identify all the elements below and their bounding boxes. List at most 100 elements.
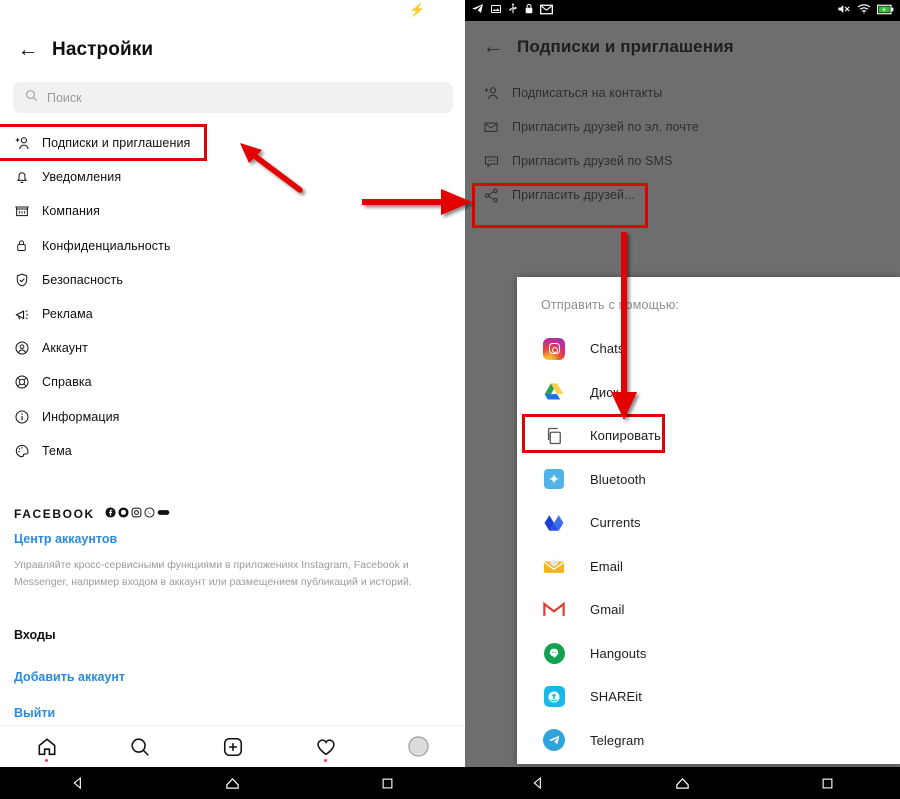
sidebar-item-theme[interactable]: Тема — [0, 434, 465, 468]
sidebar-item-label: Конфиденциальность — [42, 238, 171, 253]
notification-dot — [324, 758, 327, 762]
lifebuoy-icon — [14, 374, 40, 390]
sidebar-item-label: Безопасность — [42, 272, 123, 287]
page-title: Подписки и приглашения — [517, 37, 734, 56]
menu-item-label: Пригласить друзей по эл. почте — [512, 120, 699, 134]
sidebar-item-label: Справка — [42, 375, 92, 390]
invites-header: ← Подписки и приглашения — [465, 21, 900, 73]
heart-icon — [316, 738, 335, 755]
megaphone-icon — [14, 306, 40, 323]
sidebar-item-help[interactable]: Справка — [0, 365, 465, 399]
shareit-icon — [539, 682, 569, 712]
share-target-label: Telegram — [590, 732, 645, 748]
bell-icon — [14, 169, 40, 185]
share-target-telegram[interactable]: Telegram — [517, 719, 900, 763]
facebook-brand-row: FACEBOOK — [14, 505, 454, 523]
share-target-gmail[interactable]: Gmail — [517, 588, 900, 632]
android-recents-icon[interactable] — [755, 776, 900, 791]
tab-add-post[interactable] — [186, 726, 279, 768]
back-arrow-icon[interactable]: ← — [465, 35, 517, 59]
instagram-icon — [131, 505, 142, 523]
share-sheet-title: Отправить с помощью: — [541, 298, 680, 312]
bluetooth-icon: ✦ — [539, 464, 569, 494]
share-target-label: Gmail — [590, 602, 625, 618]
search-icon — [130, 737, 149, 756]
facebook-description: Управляйте кросс-сервисными функциями в … — [14, 559, 412, 588]
palette-icon — [14, 443, 40, 459]
sidebar-item-privacy[interactable]: Конфиденциальность — [0, 229, 465, 263]
lock-icon — [14, 238, 40, 253]
email-icon — [539, 551, 569, 581]
shield-check-icon — [14, 272, 40, 288]
home-icon — [38, 737, 55, 755]
page-title: Настройки — [52, 39, 154, 60]
tab-search[interactable] — [93, 726, 186, 768]
android-nav-bar-right — [465, 767, 900, 799]
share-target-email[interactable]: Email — [517, 545, 900, 589]
notification-dot — [45, 758, 48, 762]
share-sheet-dialog: Отправить с помощью: Chats Диск Копирова… — [517, 277, 900, 764]
facebook-section: FACEBOOK Центр аккаунтов Управляйте крос… — [14, 505, 454, 590]
share-target-currents[interactable]: Currents — [517, 501, 900, 545]
status-left-icons — [471, 2, 553, 20]
google-currents-icon — [539, 508, 569, 538]
sidebar-item-security[interactable]: Безопасность — [0, 263, 465, 297]
menu-item-follow-contacts[interactable]: Подписаться на контакты — [465, 76, 900, 110]
android-recents-icon[interactable] — [310, 776, 465, 791]
menu-item-invite-email[interactable]: Пригласить друзей по эл. почте — [465, 110, 900, 144]
sms-bubble-icon — [483, 153, 509, 170]
envelope-icon — [483, 119, 509, 135]
search-icon — [25, 89, 38, 107]
sidebar-item-label: Реклама — [42, 307, 93, 322]
avatar-icon — [408, 736, 429, 757]
instagram-chats-icon — [539, 334, 569, 364]
logout-link[interactable]: Выйти — [14, 706, 55, 720]
share-target-label: Currents — [590, 515, 641, 531]
sidebar-item-account[interactable]: Аккаунт — [0, 331, 465, 365]
search-input[interactable]: Поиск — [13, 82, 453, 113]
search-container: Поиск — [13, 82, 453, 113]
android-back-icon[interactable] — [465, 775, 610, 791]
sidebar-item-label: Уведомления — [42, 170, 122, 185]
highlight-box-follow-invite — [0, 124, 207, 161]
menu-item-invite-sms[interactable]: Пригласить друзей по SMS — [465, 144, 900, 178]
bottom-tab-bar — [0, 725, 465, 767]
share-target-chats[interactable]: Chats — [517, 327, 900, 371]
android-home-icon[interactable] — [610, 775, 755, 792]
back-arrow-icon[interactable]: ← — [0, 38, 52, 62]
share-target-hangouts[interactable]: Hangouts — [517, 632, 900, 676]
wifi-icon — [857, 2, 871, 20]
usb-icon — [508, 2, 518, 20]
add-account-link[interactable]: Добавить аккаунт — [14, 670, 125, 684]
share-target-drive[interactable]: Диск — [517, 371, 900, 415]
share-target-label: Hangouts — [590, 645, 647, 661]
android-home-icon[interactable] — [155, 775, 310, 792]
share-target-label: Bluetooth — [590, 471, 646, 487]
share-target-label: Email — [590, 558, 624, 574]
settings-menu-list: Подписки и приглашения Уведомления Компа… — [0, 126, 465, 468]
settings-header: ← Настройки — [0, 24, 465, 76]
android-back-icon[interactable] — [0, 775, 155, 791]
sidebar-item-about[interactable]: Информация — [0, 400, 465, 434]
share-target-bluetooth[interactable]: ✦ Bluetooth — [517, 458, 900, 502]
left-status-bar: ⚡ — [0, 0, 465, 24]
share-target-list: Chats Диск Копировать ✦ Bluetooth Curren… — [517, 327, 900, 762]
brand-icons-row — [105, 505, 170, 523]
sidebar-item-ads[interactable]: Реклама — [0, 297, 465, 331]
charging-bolt-icon: ⚡ — [409, 2, 426, 17]
tab-activity[interactable] — [279, 726, 372, 768]
accounts-center-link[interactable]: Центр аккаунтов — [14, 532, 454, 546]
android-nav-bar-left — [0, 767, 465, 799]
follow-person-icon — [483, 85, 509, 102]
mail-icon — [540, 2, 553, 20]
share-target-label: Chats — [590, 341, 625, 357]
sidebar-item-business[interactable]: Компания — [0, 194, 465, 228]
search-placeholder: Поиск — [47, 90, 82, 105]
share-target-shareit[interactable]: SHAREit — [517, 675, 900, 719]
tab-profile[interactable] — [372, 726, 465, 768]
sidebar-item-notifications[interactable]: Уведомления — [0, 160, 465, 194]
tab-home[interactable] — [0, 726, 93, 768]
add-box-icon — [223, 737, 242, 756]
sidebar-item-label: Аккаунт — [42, 341, 88, 356]
right-status-bar — [465, 0, 900, 21]
